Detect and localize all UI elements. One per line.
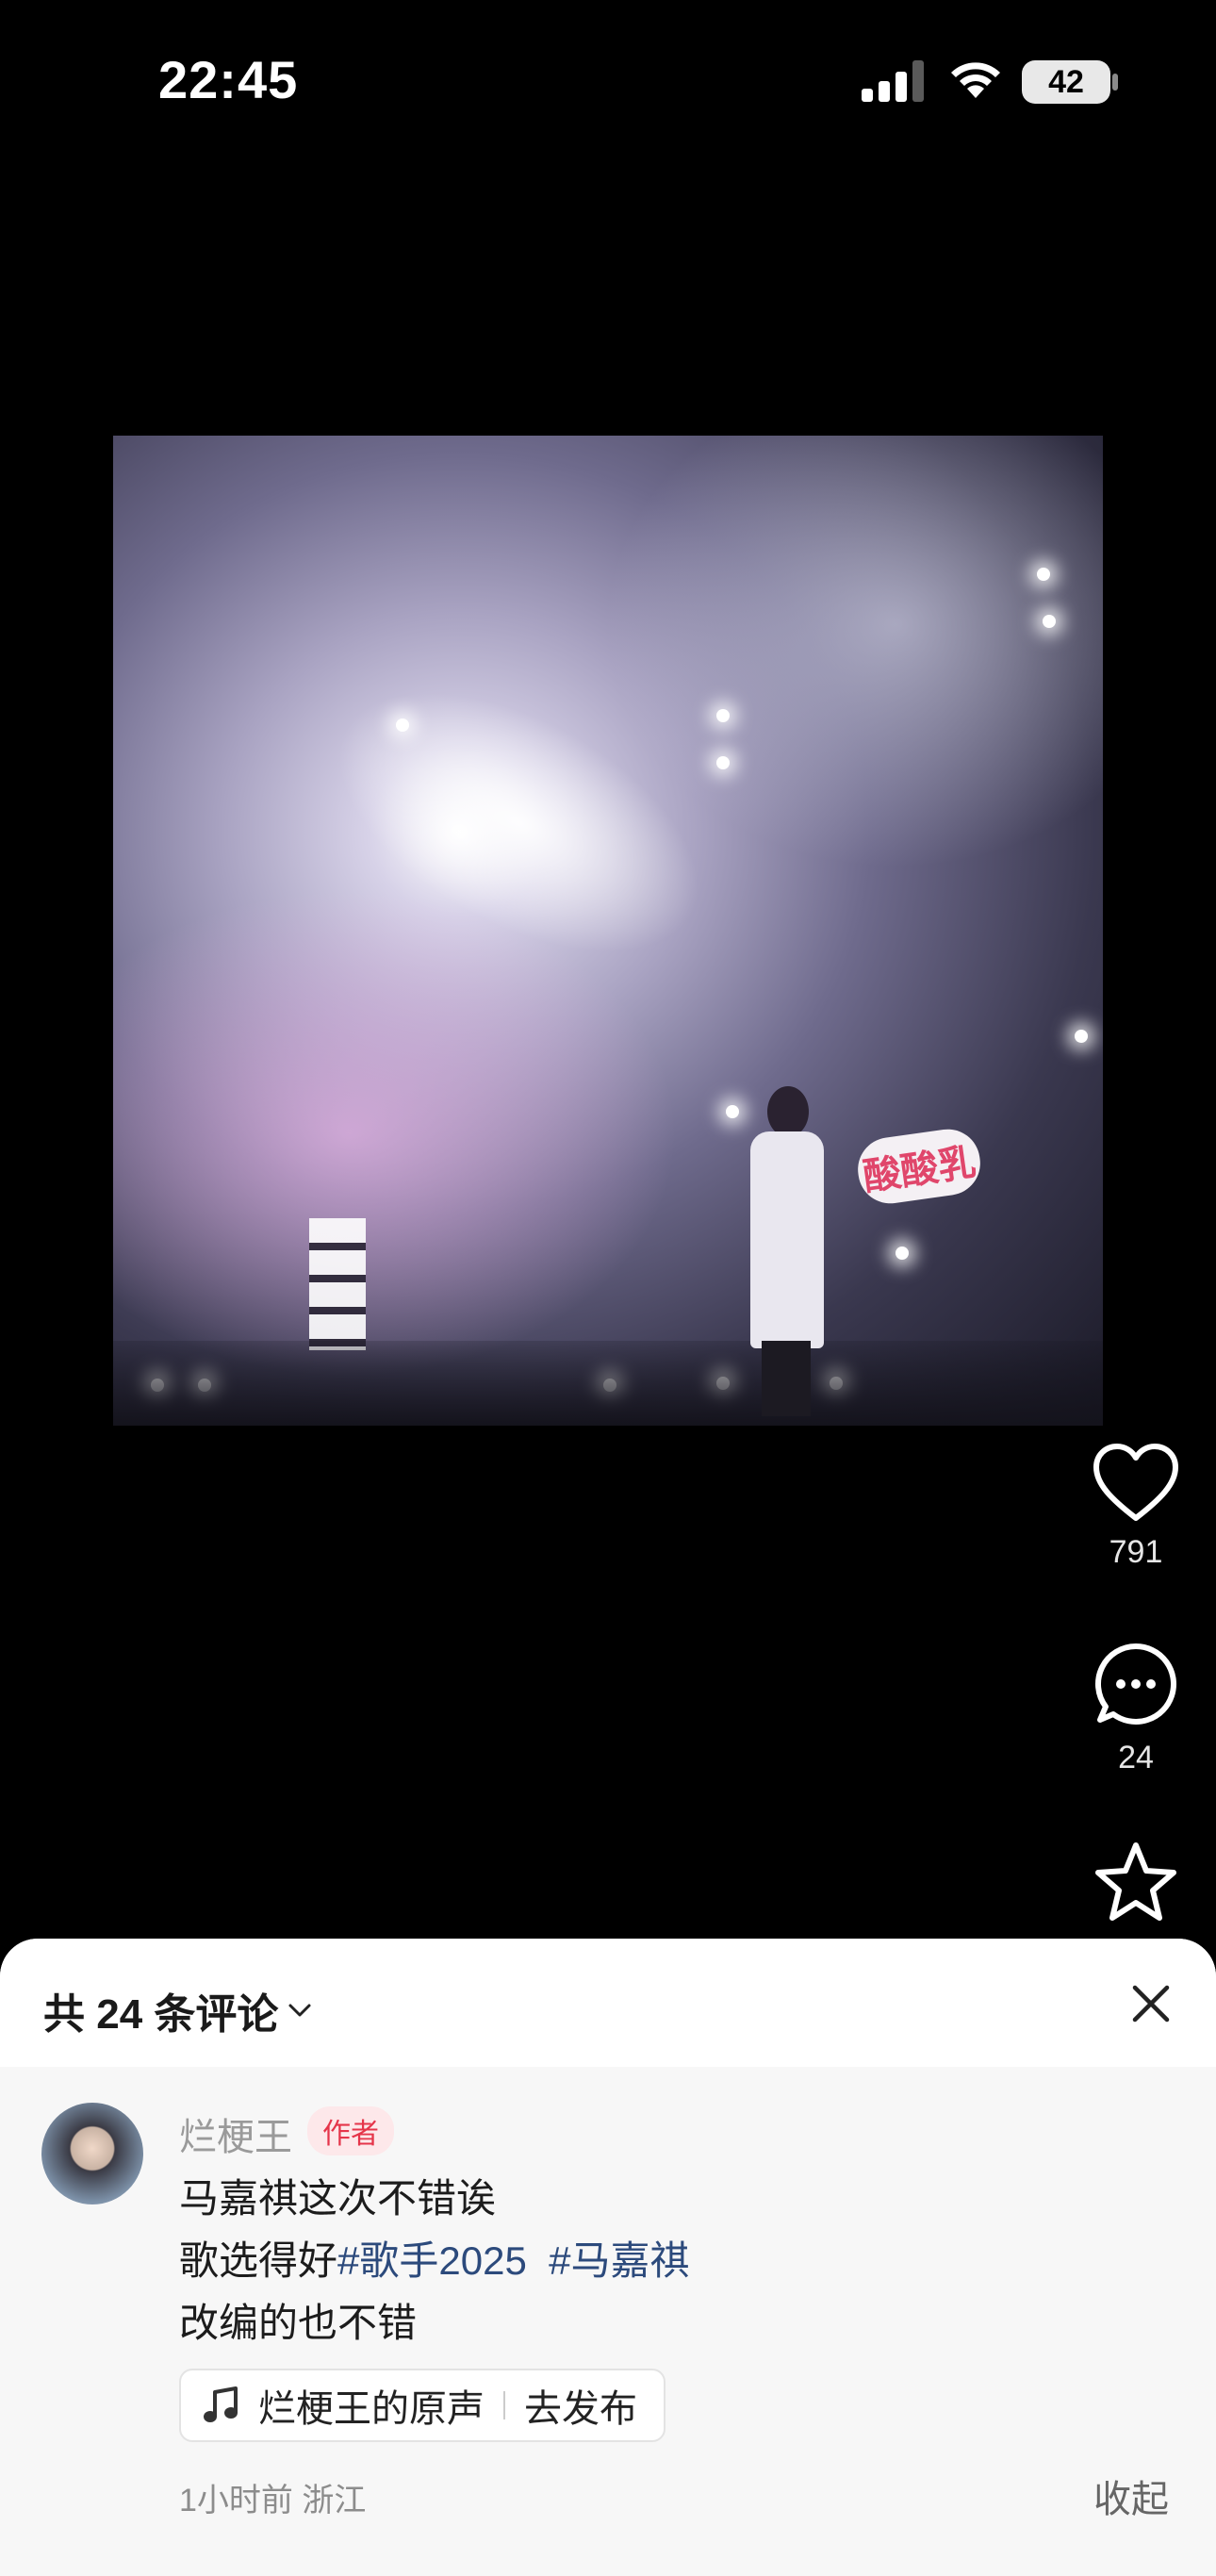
comment-meta: 1小时前 浙江 [179,2483,367,2518]
author-badge: 作者 [307,2106,394,2155]
close-icon[interactable] [1127,1980,1175,2027]
stage-sign: 酸酸乳 [853,1125,985,1208]
comments-sheet: 共 24 条评论 烂梗王 作者 马嘉祺这次不错诶 歌选得好#歌手2025 #马嘉… [0,1939,1216,2576]
stage-light [1037,568,1050,581]
stage-light [716,709,730,722]
status-bar: 22:45 42 [0,0,1216,160]
comment-button[interactable]: 24 [1084,1641,1188,1776]
stage-light [1043,615,1056,628]
light-tower [309,1218,366,1350]
star-icon [1095,1842,1176,1921]
stage-light [716,756,730,769]
stage-light [1075,1030,1088,1043]
comment-bubble-icon [1095,1643,1176,1725]
battery-level: 42 [1048,63,1084,100]
comment-line-2-text: 歌选得好 [179,2238,338,2283]
original-sound-pill[interactable]: 烂梗王的原声 去发布 [179,2369,666,2442]
stage-light [726,1105,739,1118]
stage-floor [113,1341,1103,1426]
comments-header: 共 24 条评论 [0,1939,1216,2067]
comments-title-text: 共 24 条评论 [43,1991,279,2038]
comment-line-2: 歌选得好#歌手2025 #马嘉祺 [179,2229,690,2287]
stage-light [896,1247,909,1260]
status-time: 22:45 [158,50,299,109]
comment-line-3: 改编的也不错 [179,2301,418,2345]
comment-author[interactable]: 烂梗王 [179,2106,292,2161]
original-sound-label: 烂梗王的原声 [258,2388,485,2430]
battery-nub [1112,74,1118,91]
publish-link[interactable]: 去发布 [524,2378,637,2433]
pill-divider [503,2391,505,2419]
hashtag-ma-jiaqi[interactable]: #马嘉祺 [549,2238,689,2283]
like-button[interactable]: 791 [1084,1443,1188,1571]
wifi-icon [951,62,1000,98]
signal-icon [862,60,924,102]
singer-figure [743,1086,828,1416]
hashtag-singer-2025[interactable]: #歌手2025 [337,2238,527,2283]
battery-icon: 42 [1022,60,1110,104]
like-count: 791 [1109,1534,1163,1570]
comment-line-1: 马嘉祺这次不错诶 [179,2176,497,2221]
avatar[interactable] [41,2103,143,2204]
comments-count-title[interactable]: 共 24 条评论 [43,1980,312,2040]
singer-legs [762,1341,811,1416]
singer-head [767,1086,809,1137]
comment-count: 24 [1118,1740,1154,1775]
comment-item: 烂梗王 作者 马嘉祺这次不错诶 歌选得好#歌手2025 #马嘉祺 改编的也不错 … [0,2067,1216,2576]
singer-coat [750,1131,824,1348]
chevron-down-icon [288,2004,311,2017]
favorite-button[interactable] [1084,1841,1188,1928]
heart-icon [1093,1444,1178,1521]
collapse-button[interactable]: 收起 [1093,2469,1169,2523]
video-player[interactable]: 酸酸乳 [113,436,1103,1426]
music-note-icon [204,2386,238,2422]
stage-light [396,718,409,732]
